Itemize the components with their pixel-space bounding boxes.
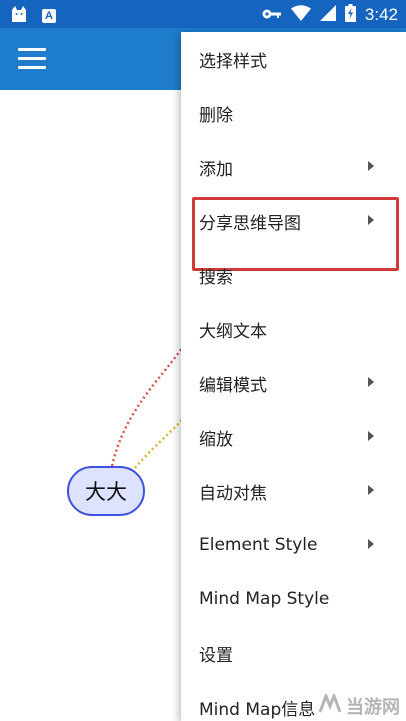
menu-item-add[interactable]: 添加 [181, 140, 406, 194]
menu-item-mind-map-style[interactable]: Mind Map Style [181, 572, 406, 626]
watermark-logo-icon [318, 691, 342, 719]
a-icon: A [42, 9, 56, 23]
menu-item-search[interactable]: 搜索 [181, 248, 406, 302]
cat-icon [10, 5, 28, 27]
context-menu: 选择样式 删除 添加 分享思维导图 搜索 大纲文本 编辑模式 缩放 自动对焦 E… [181, 32, 406, 721]
status-bar: A 3:42 [0, 0, 406, 28]
submenu-arrow-icon [368, 431, 374, 441]
signal-icon [319, 5, 336, 25]
menu-item-delete[interactable]: 删除 [181, 86, 406, 140]
menu-item-zoom[interactable]: 缩放 [181, 410, 406, 464]
menu-item-auto-focus[interactable]: 自动对焦 [181, 464, 406, 518]
connector-line-red [110, 347, 184, 467]
submenu-arrow-icon [368, 539, 374, 549]
menu-item-outline-text[interactable]: 大纲文本 [181, 302, 406, 356]
submenu-arrow-icon [368, 377, 374, 387]
watermark: 当游网 [318, 691, 400, 719]
clock: 3:42 [364, 5, 398, 24]
mind-map-node[interactable]: 大大 [67, 466, 145, 516]
menu-item-share-mind-map[interactable]: 分享思维导图 [181, 194, 406, 271]
status-right-icons: 3:42 [262, 4, 398, 26]
menu-item-select-style[interactable]: 选择样式 [181, 32, 406, 86]
status-left-icons: A [10, 5, 56, 27]
wifi-icon [290, 5, 311, 25]
hamburger-icon[interactable] [18, 48, 46, 70]
submenu-arrow-icon [368, 485, 374, 495]
submenu-arrow-icon [368, 161, 374, 171]
menu-item-settings[interactable]: 设置 [181, 626, 406, 680]
menu-item-edit-mode[interactable]: 编辑模式 [181, 356, 406, 410]
watermark-text: 当游网 [346, 697, 400, 718]
submenu-arrow-icon [368, 215, 374, 225]
battery-icon [344, 4, 356, 26]
connector-line-yellow [134, 419, 183, 469]
key-icon [262, 6, 282, 25]
menu-item-element-style[interactable]: Element Style [181, 518, 406, 572]
